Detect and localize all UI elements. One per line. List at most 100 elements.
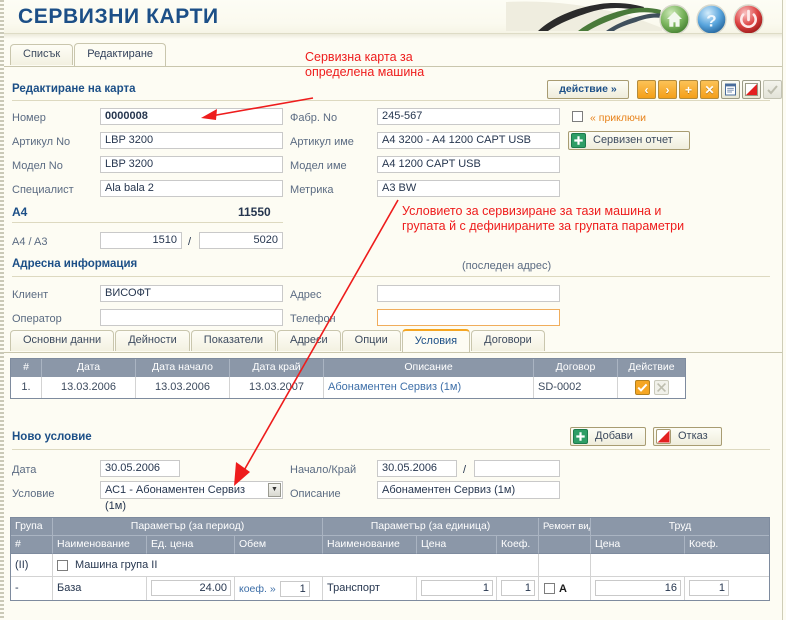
service-report-button[interactable]: Сервизен отчет	[568, 131, 690, 150]
tab-spisak[interactable]: Списък	[10, 44, 74, 65]
volume-coef-link[interactable]: коеф. »	[239, 578, 276, 600]
cell-param-name[interactable]: База	[53, 577, 147, 600]
print-button[interactable]	[721, 80, 740, 99]
input-labor-coef[interactable]: 1	[689, 580, 729, 596]
cancel-edit-button[interactable]	[742, 80, 761, 99]
cell-group-code: (II)	[11, 554, 53, 577]
col-param-period: Параметър (за период)	[53, 518, 323, 536]
label-telefon: Телефон	[290, 313, 336, 325]
input-model-no[interactable]: LBP 3200	[100, 156, 283, 173]
cell-opisanie[interactable]: Абонаментен Сервиз (1м)	[324, 377, 534, 398]
chevron-right-icon: ›	[665, 82, 670, 97]
chevron-left-icon: ‹	[644, 82, 649, 97]
input-unit-param-coef[interactable]: 1	[501, 580, 535, 596]
label-operator: Оператор	[12, 313, 62, 325]
tab-dogovori[interactable]: Договори	[471, 330, 545, 351]
col-num[interactable]: #	[11, 359, 42, 377]
inner-tab-rule	[4, 352, 782, 353]
col-data-krai[interactable]: Дата край	[230, 359, 324, 377]
input-artikul-no[interactable]: LBP 3200	[100, 132, 283, 149]
params-grid-sub-header: # Наименование Ед. цена Обем Наименовани…	[11, 536, 769, 554]
red-triangle-icon	[656, 429, 671, 444]
cell-data-krai[interactable]: 13.03.2007	[230, 377, 324, 398]
input-metrika[interactable]: A3 BW	[377, 180, 560, 197]
col-data-nachalo[interactable]: Дата начало	[136, 359, 230, 377]
plus-icon: +	[684, 82, 692, 97]
delete-row-button[interactable]	[653, 380, 669, 395]
section-title-card: Редактиране на карта	[12, 83, 136, 95]
next-record-button[interactable]: ›	[658, 80, 677, 99]
params-grid: Група Параметър (за период) Параметър (з…	[10, 517, 770, 601]
add-condition-button[interactable]: Добави	[570, 427, 646, 446]
input-operator[interactable]	[100, 309, 283, 326]
cross-icon: ✕	[704, 82, 715, 97]
input-adres[interactable]	[377, 285, 560, 302]
tab-usloviya[interactable]: Условия	[401, 329, 471, 352]
input-unit-param-price[interactable]: 1	[421, 580, 493, 596]
col-dogovor[interactable]: Договор	[534, 359, 618, 377]
tab-osnovni-danni[interactable]: Основни данни	[10, 330, 115, 351]
table-row[interactable]: 1. 13.03.2006 13.03.2006 13.03.2007 Абон…	[11, 377, 685, 398]
group-label-text: Машина група II	[75, 559, 158, 571]
cell-labor-price: 16	[591, 577, 685, 600]
cell-volume: коеф. » 1	[235, 577, 323, 600]
col-sub-trud-cena: Цена	[591, 536, 685, 554]
tab-redaktirane[interactable]: Редактиране	[74, 43, 167, 66]
input-nomer[interactable]: 0000008	[100, 108, 283, 125]
add-record-button[interactable]: +	[679, 80, 698, 99]
confirm-edit-button[interactable]	[763, 80, 782, 99]
input-a3-count[interactable]: 5020	[199, 232, 283, 249]
annotation-service-card-line2: определена машина	[305, 65, 425, 79]
home-button[interactable]	[659, 4, 690, 35]
cell-data[interactable]: 13.03.2006	[42, 377, 136, 398]
input-range-to[interactable]	[474, 460, 560, 477]
select-uslovie[interactable]: АС1 - Абонаментен Сервиз (1м) ▼	[100, 481, 283, 512]
close-card-checkbox[interactable]	[572, 111, 583, 122]
annotation-condition: Условието за сервизиране за тази машина …	[402, 204, 684, 234]
annotation-condition-line1: Условието за сервизиране за тази машина …	[402, 204, 662, 218]
cell-unit-param-name[interactable]: Транспорт	[323, 577, 417, 600]
col-data[interactable]: Дата	[42, 359, 136, 377]
tab-pokazateli[interactable]: Показатели	[190, 330, 277, 351]
delete-record-button[interactable]: ✕	[700, 80, 719, 99]
input-opisanie-new[interactable]: Абонаментен Сервиз (1м)	[377, 481, 560, 499]
group-checkbox[interactable]	[57, 559, 68, 571]
input-unit-price[interactable]: 24.00	[151, 580, 231, 596]
label-nomer: Номер	[12, 112, 46, 124]
col-remont-vid: Ремонт вид	[539, 518, 591, 536]
col-opisanie[interactable]: Описание	[324, 359, 534, 377]
input-klient[interactable]: ВИСОФТ	[100, 285, 283, 302]
home-icon	[659, 4, 690, 35]
input-fabr-no[interactable]: 245-567	[377, 108, 560, 125]
input-model-ime[interactable]: A4 1200 CAPT USB	[377, 156, 560, 173]
input-artikul-ime[interactable]: A4 3200 - A4 1200 CAPT USB	[377, 132, 560, 149]
red-triangle-icon	[745, 83, 758, 96]
input-labor-price[interactable]: 16	[595, 580, 681, 596]
cell-dogovor[interactable]: SD-0002	[534, 377, 618, 398]
input-telefon[interactable]	[377, 309, 560, 326]
confirm-row-button[interactable]	[634, 380, 650, 395]
close-card-link[interactable]: « приключи	[590, 112, 646, 124]
prev-record-button[interactable]: ‹	[637, 80, 656, 99]
col-sub-naименование-2: Наименование	[323, 536, 417, 554]
cell-data-nachalo[interactable]: 13.03.2006	[136, 377, 230, 398]
chevron-down-icon[interactable]: ▼	[268, 483, 281, 497]
input-range-from[interactable]: 30.05.2006	[377, 460, 457, 477]
remont-vid-checkbox[interactable]	[544, 583, 555, 594]
input-a4-count[interactable]: 1510	[100, 232, 182, 249]
input-volume[interactable]: 1	[279, 580, 310, 597]
tab-opcii[interactable]: Опции	[341, 330, 401, 351]
tab-adresi[interactable]: Адреси	[277, 330, 341, 351]
label-uslovie: Условие	[12, 488, 55, 500]
tab-deinosti[interactable]: Дейности	[115, 330, 190, 351]
col-deistvie: Действие	[628, 361, 675, 373]
action-dropdown-button[interactable]: действие »	[547, 80, 629, 99]
annotation-condition-line2: групата й с дефинираните за групата пара…	[402, 219, 685, 233]
help-button[interactable]: ?	[696, 4, 727, 35]
power-button[interactable]	[733, 4, 764, 35]
input-new-data[interactable]: 30.05.2006	[100, 460, 180, 477]
application-window: СЕРВИЗНИ КАРТИ ? Списък Редактиране Реда…	[0, 0, 786, 620]
cancel-condition-button[interactable]: Отказ	[653, 427, 722, 446]
cell-group-label[interactable]: Машина група II	[53, 554, 539, 577]
input-specialist[interactable]: Ala bala 2	[100, 180, 283, 197]
